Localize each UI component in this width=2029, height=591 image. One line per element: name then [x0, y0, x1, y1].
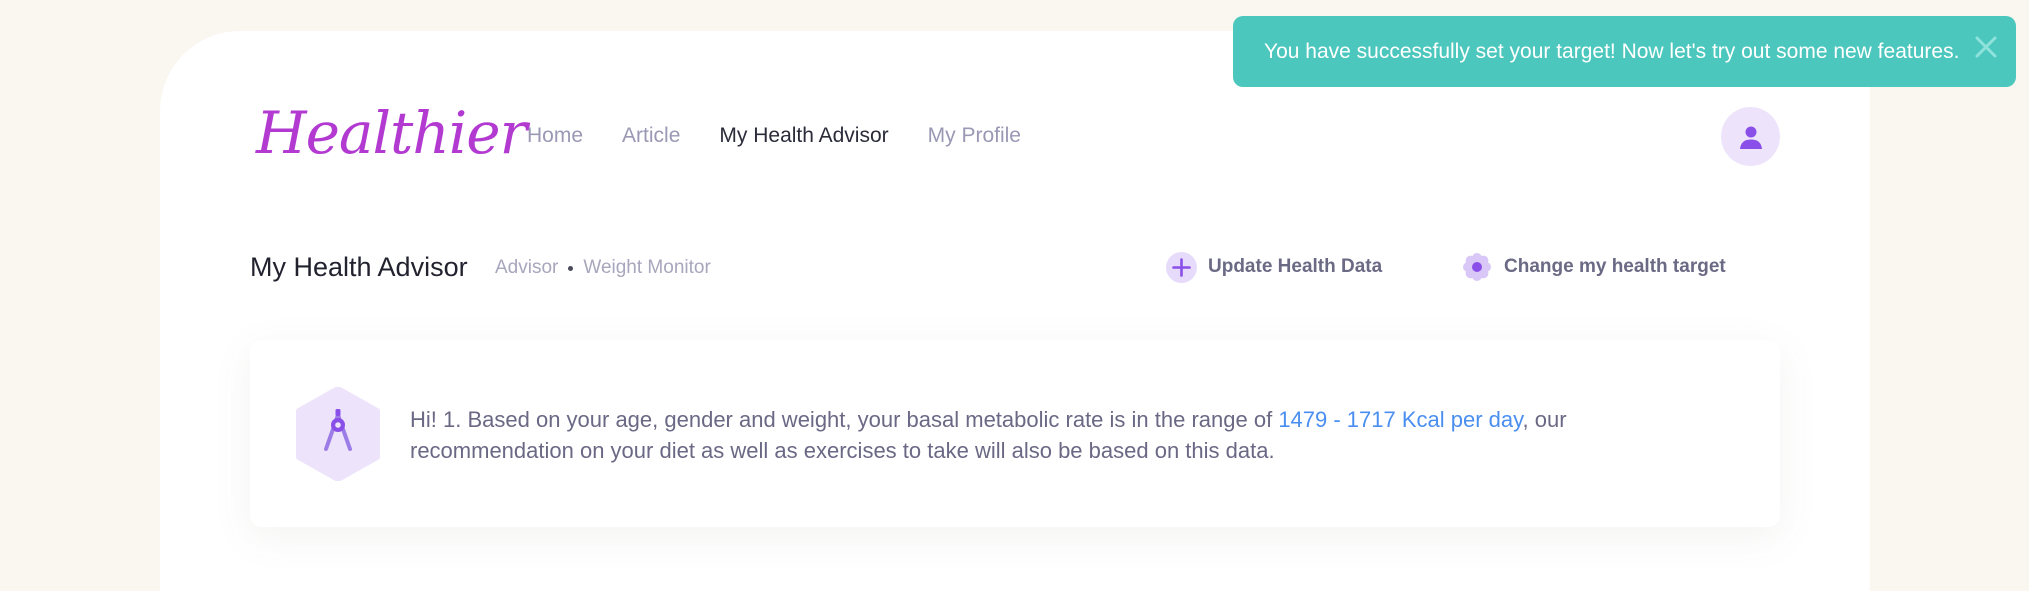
avatar[interactable] — [1721, 107, 1780, 166]
breadcrumb-weight-monitor[interactable]: Weight Monitor — [583, 257, 710, 279]
advisor-message-prefix: Hi! 1. Based on your age, gender and wei… — [410, 407, 1279, 432]
success-toast: You have successfully set your target! N… — [1233, 16, 2016, 87]
advisor-message: Hi! 1. Based on your age, gender and wei… — [410, 404, 1710, 466]
breadcrumb-advisor[interactable]: Advisor — [495, 257, 558, 279]
user-icon — [1739, 126, 1762, 149]
nav-my-profile[interactable]: My Profile — [928, 124, 1021, 148]
nav-home[interactable]: Home — [527, 124, 583, 148]
nav-article[interactable]: Article — [622, 124, 680, 148]
breadcrumb: Advisor Weight Monitor — [495, 257, 711, 279]
update-health-data-button[interactable]: Update Health Data — [1166, 251, 1382, 283]
breadcrumb-separator — [568, 265, 574, 271]
change-health-target-label: Change my health target — [1504, 256, 1726, 277]
nav-my-health-advisor[interactable]: My Health Advisor — [719, 124, 888, 148]
compass-icon — [296, 387, 380, 481]
bmr-range-highlight: 1479 - 1717 Kcal per day — [1278, 407, 1523, 432]
change-health-target-button[interactable]: Change my health target — [1461, 251, 1726, 283]
page-title: My Health Advisor — [250, 252, 468, 282]
update-health-data-label: Update Health Data — [1208, 256, 1383, 277]
brand-logo[interactable]: Healthier — [256, 98, 527, 168]
toast-message: You have successfully set your target! N… — [1264, 40, 1960, 63]
flower-icon — [1463, 253, 1491, 281]
close-icon[interactable] — [1972, 33, 2000, 61]
main-nav: Home Article My Health Advisor My Profil… — [527, 124, 1021, 148]
plus-icon — [1166, 251, 1197, 283]
